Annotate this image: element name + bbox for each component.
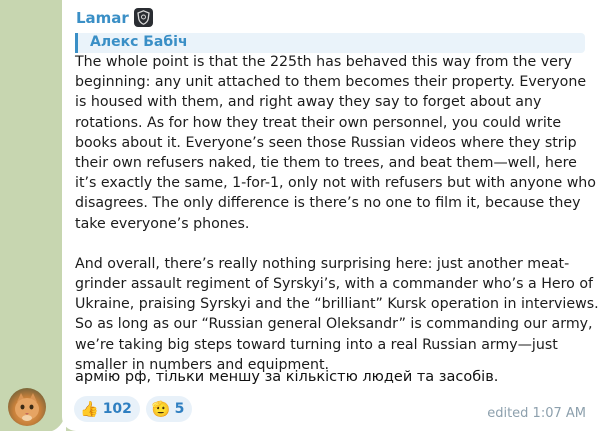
- sender-name[interactable]: Lamar: [76, 9, 129, 27]
- reactions-bar: 👍 102 🫡 5: [74, 396, 193, 422]
- reaction-salute[interactable]: 🫡 5: [145, 396, 193, 422]
- cat-avatar-image: [15, 393, 39, 421]
- message-text: The whole point is that the 225th has be…: [75, 52, 600, 375]
- sender-avatar[interactable]: [8, 388, 46, 426]
- original-text: армію рф, тільки меншу за кількістю люде…: [75, 369, 499, 385]
- saluting-face-icon: 🫡: [151, 400, 171, 418]
- reply-preview[interactable]: Алекс Бабіч: [75, 33, 585, 53]
- reaction-thumbs-up[interactable]: 👍 102: [74, 396, 140, 422]
- sender-header: Lamar: [76, 8, 153, 27]
- reaction-count: 102: [102, 401, 132, 417]
- shield-emblem-icon: [133, 8, 153, 27]
- message-paragraph-1: The whole point is that the 225th has be…: [75, 54, 596, 232]
- message-paragraph-2: And overall, there’s really nothing surp…: [75, 255, 599, 373]
- thumbs-up-icon: 👍: [80, 400, 99, 418]
- message-bubble[interactable]: Lamar Алекс Бабіч The whole point is tha…: [62, 0, 602, 431]
- message-timestamp: edited 1:07 AM: [487, 406, 586, 421]
- reply-author: Алекс Бабіч: [90, 34, 188, 50]
- reaction-count: 5: [174, 401, 185, 417]
